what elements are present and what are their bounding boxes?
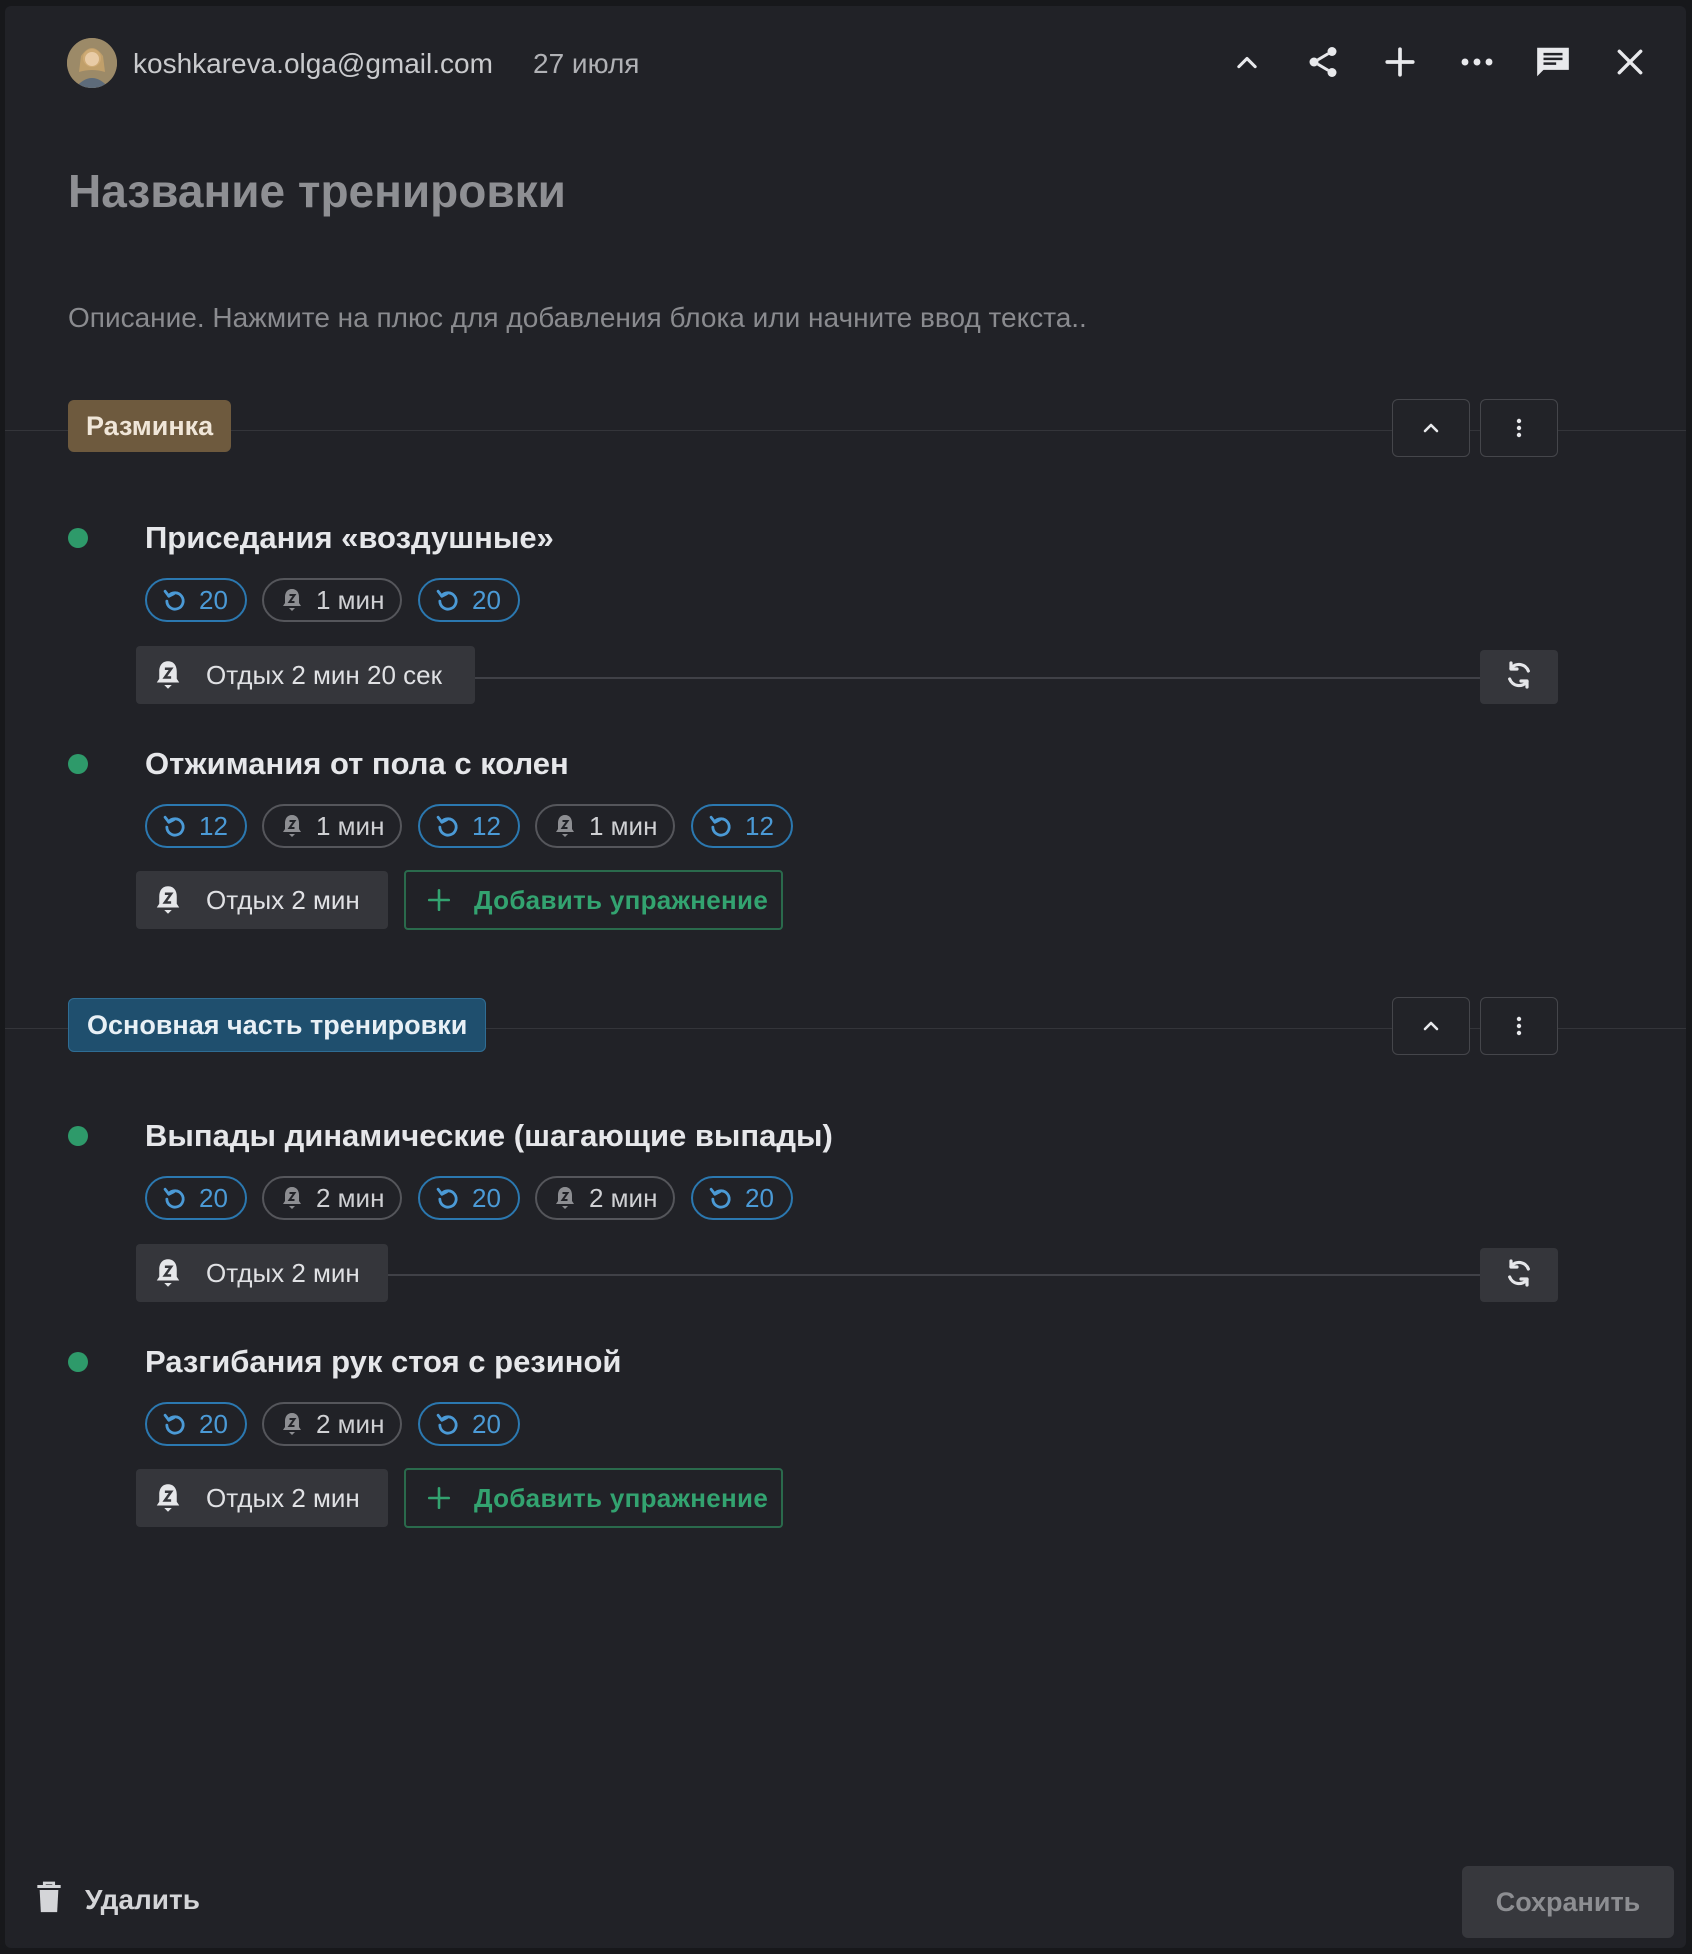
sync-icon [1503,1257,1535,1294]
delete-button[interactable]: Удалить [35,1880,200,1919]
section-tag-warmup[interactable]: Разминка [68,400,232,452]
more-horizontal-icon[interactable] [1457,42,1497,82]
rest-after-exercise[interactable]: Отдых 2 мин 20 сек [136,646,475,704]
section-menu-button[interactable] [1480,399,1558,457]
snooze-icon [150,1480,186,1516]
repeat-icon [705,810,737,842]
snooze-icon [150,657,186,693]
plus-icon [426,887,452,913]
rest-chip[interactable]: 2 мин [262,1402,402,1446]
chevron-up-icon[interactable] [1227,42,1267,82]
rep-chip[interactable]: 12 [145,804,247,848]
repeat-icon [432,1182,464,1214]
connector-line [388,1274,1485,1276]
repeat-icon [705,1182,737,1214]
close-icon[interactable] [1610,42,1650,82]
section-menu-button[interactable] [1480,997,1558,1055]
repeat-icon [432,1408,464,1440]
rep-chip[interactable]: 20 [691,1176,793,1220]
snooze-icon [276,584,308,616]
snooze-icon [549,810,581,842]
user-email: koshkareva.olga@gmail.com [133,48,493,79]
rest-after-exercise[interactable]: Отдых 2 мин [136,1469,388,1527]
trash-icon [35,1880,63,1919]
rest-chip[interactable]: 2 мин [535,1176,675,1220]
exercise-status-dot [68,1352,88,1372]
exercise-status-dot [68,528,88,548]
superset-toggle-button[interactable] [1480,650,1558,704]
repeat-icon [159,584,191,616]
rep-chip[interactable]: 20 [145,1402,247,1446]
exercise-name[interactable]: Отжимания от пола с колен [145,746,569,782]
repeat-icon [159,1182,191,1214]
repeat-icon [159,1408,191,1440]
rep-chip[interactable]: 12 [691,804,793,848]
workout-description[interactable]: Описание. Нажмите на плюс для добавления… [68,302,1087,334]
superset-toggle-button[interactable] [1480,1248,1558,1302]
chevron-up-icon [1423,423,1439,433]
snooze-icon [150,882,186,918]
repeat-icon [159,810,191,842]
rest-chip[interactable]: 1 мин [262,804,402,848]
more-vertical-icon [1516,1016,1522,1036]
exercise-status-dot [68,1126,88,1146]
connector-line [475,677,1485,679]
section-collapse-button[interactable] [1392,399,1470,457]
section-collapse-button[interactable] [1392,997,1470,1055]
exercise-name[interactable]: Выпады динамические (шагающие выпады) [145,1118,833,1154]
repeat-icon [432,810,464,842]
comment-icon[interactable] [1533,42,1573,82]
rest-chip[interactable]: 1 мин [262,578,402,622]
snooze-icon [276,1182,308,1214]
workout-panel: koshkareva.olga@gmail.com 27 июля Назван… [5,6,1686,1948]
rest-after-exercise[interactable]: Отдых 2 мин [136,1244,388,1302]
rest-after-exercise[interactable]: Отдых 2 мин [136,871,388,929]
rep-chip[interactable]: 20 [145,1176,247,1220]
snooze-icon [276,810,308,842]
workout-title[interactable]: Название тренировки [68,164,566,218]
delete-label: Удалить [85,1883,200,1915]
rest-chip[interactable]: 2 мин [262,1176,402,1220]
workout-date: 27 июля [533,48,640,79]
chevron-up-icon [1423,1021,1439,1031]
rep-chip[interactable]: 12 [418,804,520,848]
plus-icon[interactable] [1380,42,1420,82]
save-button[interactable]: Сохранить [1462,1866,1674,1938]
add-exercise-button[interactable]: Добавить упражнение [404,1468,783,1528]
rest-chip[interactable]: 1 мин [535,804,675,848]
snooze-icon [150,1255,186,1291]
exercise-name[interactable]: Разгибания рук стоя с резиной [145,1344,622,1380]
sync-icon [1503,659,1535,696]
repeat-icon [432,584,464,616]
avatar[interactable] [67,38,117,88]
rep-chip[interactable]: 20 [418,1402,520,1446]
exercise-status-dot [68,754,88,774]
plus-icon [426,1485,452,1511]
rep-chip[interactable]: 20 [418,1176,520,1220]
rep-chip[interactable]: 20 [418,578,520,622]
section-tag-main[interactable]: Основная часть тренировки [68,998,487,1052]
exercise-name[interactable]: Приседания «воздушные» [145,520,554,556]
snooze-icon [549,1182,581,1214]
rep-chip[interactable]: 20 [145,578,247,622]
snooze-icon [276,1408,308,1440]
add-exercise-button[interactable]: Добавить упражнение [404,870,783,930]
share-icon[interactable] [1303,42,1343,82]
more-vertical-icon [1516,418,1522,438]
